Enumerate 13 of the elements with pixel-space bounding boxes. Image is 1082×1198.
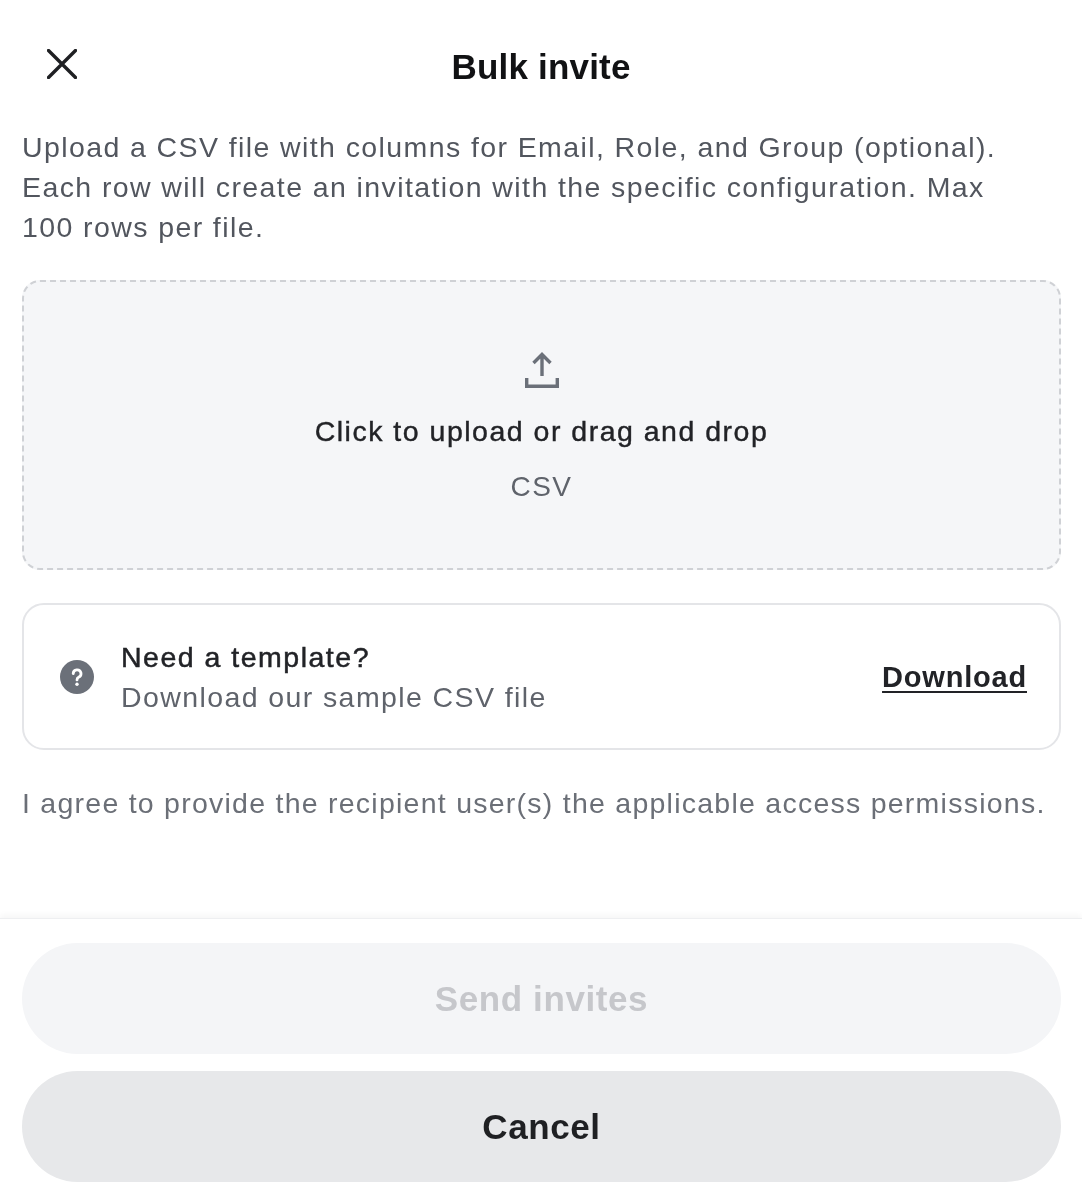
template-title: Need a template? bbox=[121, 639, 370, 675]
upload-dropzone[interactable]: Click to upload or drag and drop CSV bbox=[22, 280, 1061, 570]
file-type-text: CSV bbox=[510, 470, 573, 504]
help-icon bbox=[60, 659, 94, 694]
description-text: Upload a CSV file with columns for Email, Role, and Group (optional). Each row will create an invitation with the specific configuration. Max 100 rows per file. bbox=[22, 130, 998, 245]
download-link[interactable]: Download bbox=[882, 656, 1027, 697]
agreement-text: I agree to provide the recipient user(s) the applicable access permissions. bbox=[22, 786, 1047, 821]
close-icon bbox=[47, 49, 77, 79]
dialog-title: Bulk invite bbox=[451, 45, 631, 87]
template-subtitle: Download our sample CSV file bbox=[121, 679, 547, 715]
cancel-button[interactable]: Cancel bbox=[22, 1071, 1061, 1182]
upload-icon bbox=[524, 352, 559, 388]
dropzone-label: Click to upload or drag and drop bbox=[314, 414, 769, 449]
